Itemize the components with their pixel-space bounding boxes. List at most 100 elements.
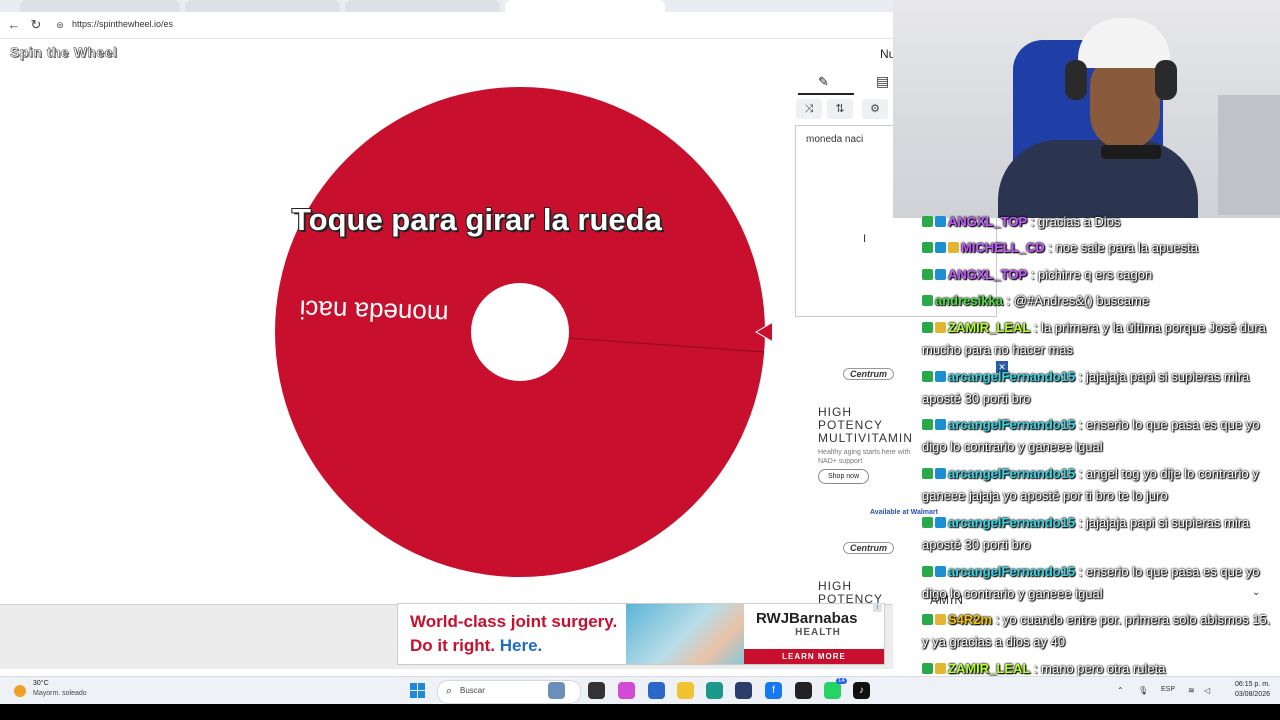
chat-username[interactable]: arcangelFernando15 xyxy=(948,515,1075,530)
learn-more-button[interactable]: LEARN MORE xyxy=(744,649,884,664)
back-icon[interactable]: ← xyxy=(6,17,22,33)
chat-badge-icon xyxy=(935,614,946,625)
entries-text: moneda naci xyxy=(806,134,864,145)
browser-tab[interactable] xyxy=(345,0,500,12)
weather-sun-icon[interactable] xyxy=(14,685,26,697)
clipboard-icon[interactable]: ▤ xyxy=(876,73,889,90)
chat-badge-icon xyxy=(935,242,946,253)
webcam-overlay xyxy=(893,0,1280,218)
chat-username[interactable]: ZAMIR_LEAL xyxy=(948,320,1030,335)
chat-message: ANGXL_TOP : gracias a Dios xyxy=(922,211,1274,233)
settings-gear-icon[interactable]: ⚙ xyxy=(862,99,888,119)
centrum-headline-3: MULTIVITAMIN xyxy=(818,431,913,445)
shuffle-button[interactable]: ⤨ xyxy=(796,99,822,119)
chat-text: : noe sale para la apuesta xyxy=(1044,240,1199,255)
wifi-icon[interactable]: ≋ xyxy=(1188,686,1195,695)
volume-icon[interactable]: ◁ xyxy=(1204,686,1210,695)
chat-badge-icon xyxy=(922,566,933,577)
chat-badge-icon xyxy=(922,269,933,280)
chat-message: arcangelFernando15 : angel tog yo dije l… xyxy=(922,463,1274,507)
chat-badge-icon xyxy=(922,663,933,674)
weather-desc[interactable]: Mayorm. soleado xyxy=(33,690,87,697)
chat-badge-icon xyxy=(935,216,946,227)
centrum-brand-2: Centrum xyxy=(843,542,895,554)
chat-text: : gracias a Dios xyxy=(1027,214,1121,229)
rwj-ad-text: World-class joint surgery. Do it right. … xyxy=(410,610,617,658)
chat-username[interactable]: arcangelFernando15 xyxy=(948,369,1075,384)
rwj-line-1: World-class joint surgery. xyxy=(410,612,618,631)
chat-badge-icon xyxy=(922,216,933,227)
chat-username[interactable]: ZAMIR_LEAL xyxy=(948,661,1030,676)
notification-badge: 14 xyxy=(836,678,847,684)
chat-username[interactable]: andresikka xyxy=(935,293,1003,308)
weather-temp[interactable]: 30°C xyxy=(33,680,49,687)
whatsapp-icon[interactable] xyxy=(824,682,841,699)
rwj-ad-photo xyxy=(626,604,744,664)
chat-badge-icon xyxy=(922,322,933,333)
chat-username[interactable]: arcangelFernando15 xyxy=(948,417,1075,432)
windows-start-icon[interactable] xyxy=(410,683,426,699)
edit-pen-icon[interactable]: ✎ xyxy=(818,74,829,90)
chat-message: arcangelFernando15 : jajajaja papi si su… xyxy=(922,366,1274,410)
store-icon[interactable] xyxy=(735,682,752,699)
browser-tab[interactable] xyxy=(185,0,340,12)
chat-username[interactable]: arcangelFernando15 xyxy=(948,466,1075,481)
chat-badge-icon xyxy=(922,614,933,625)
ad-info-icon[interactable]: i xyxy=(873,603,882,612)
chat-text: : @#Andres&() buscame xyxy=(1002,293,1150,308)
reload-icon[interactable]: ↻ xyxy=(28,17,44,33)
site-logo[interactable]: Spin the Wheel xyxy=(10,44,117,61)
chat-badge-icon xyxy=(935,517,946,528)
chat-username[interactable]: MICHELL_CD xyxy=(961,240,1045,255)
chevron-down-icon[interactable]: ⌄ xyxy=(1252,587,1260,598)
webcam-person-body xyxy=(998,140,1198,218)
shop-now-button[interactable]: Shop now xyxy=(818,469,870,484)
chat-badge-icon xyxy=(922,242,933,253)
chat-username[interactable]: ANGXL_TOP xyxy=(948,214,1027,229)
chrome-icon[interactable] xyxy=(795,682,812,699)
spin-wheel[interactable] xyxy=(272,86,772,581)
facebook-icon[interactable]: f xyxy=(765,682,782,699)
chat-message: arcangelFernando15 : enserio lo que pasa… xyxy=(922,561,1274,605)
chat-badge-icon xyxy=(922,419,933,430)
sort-button[interactable]: ⇅ xyxy=(827,99,853,119)
tiktok-icon[interactable]: ♪ xyxy=(853,682,870,699)
webcam-background-cabinet xyxy=(1218,95,1280,215)
spin-prompt[interactable]: Toque para girar la rueda xyxy=(292,202,662,238)
headphone-right xyxy=(1155,60,1177,100)
webcam-person-cap xyxy=(1078,18,1170,68)
mouse-cursor-icon: I xyxy=(863,233,867,245)
chat-message: S4R2m : yo cuando entre por. primera sol… xyxy=(922,609,1274,653)
task-view-icon[interactable] xyxy=(588,682,605,699)
browser-tab-active[interactable] xyxy=(505,0,665,12)
language-indicator[interactable]: ESP xyxy=(1161,686,1175,693)
site-info-icon[interactable]: ⊜ xyxy=(52,17,68,33)
chat-badge-icon xyxy=(935,322,946,333)
centrum-ad-2[interactable]: Centrum HIGH POTENCY xyxy=(809,536,929,606)
url-text[interactable]: https://spinthewheel.io/es xyxy=(72,19,173,29)
chat-username[interactable]: ANGXL_TOP xyxy=(948,267,1027,282)
chat-badge-icon xyxy=(935,566,946,577)
chat-message: arcangelFernando15 : enserio lo que pasa… xyxy=(922,414,1274,458)
mic-icon[interactable]: 🎙 xyxy=(1138,686,1148,695)
widgets-icon[interactable] xyxy=(548,682,565,699)
browser-tab[interactable] xyxy=(20,0,180,12)
rwj-brand: RWJBarnabas xyxy=(756,610,858,627)
centrum-ad[interactable]: Centrum HIGH POTENCY MULTIVITAMIN Health… xyxy=(809,362,929,522)
file-explorer-icon[interactable] xyxy=(677,682,694,699)
rwj-line-2: Do it right. Here. xyxy=(410,634,617,658)
clock[interactable]: 06:15 p. m. 03/08/2026 xyxy=(1226,680,1270,700)
copilot-icon[interactable] xyxy=(618,682,635,699)
headphone-left xyxy=(1065,60,1087,100)
chat-message: ANGXL_TOP : pichirre q ers cagon xyxy=(922,264,1274,286)
edge-icon[interactable] xyxy=(706,682,723,699)
outlook-icon[interactable] xyxy=(648,682,665,699)
search-label: Buscar xyxy=(460,686,485,695)
chat-username[interactable]: S4R2m xyxy=(948,612,992,627)
chat-badge-icon xyxy=(922,517,933,528)
chat-username[interactable]: arcangelFernando15 xyxy=(948,564,1075,579)
centrum-sub: Healthy aging starts here with NAD+ supp… xyxy=(818,449,911,465)
rwj-ad[interactable]: World-class joint surgery. Do it right. … xyxy=(397,603,885,665)
tray-chevron-icon[interactable]: ⌃ xyxy=(1117,686,1124,695)
browser-tab-strip xyxy=(0,0,893,12)
